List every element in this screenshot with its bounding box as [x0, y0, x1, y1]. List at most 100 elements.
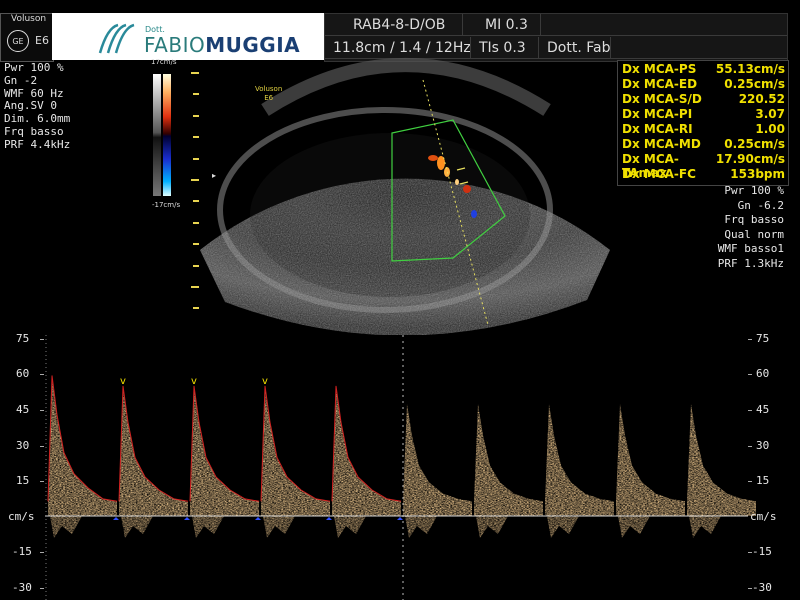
doppler-reverse-spread [121, 516, 153, 538]
tick-label: 30 [756, 439, 770, 452]
measurement-row: Dx MCA-MD 0.25cm/s [622, 137, 785, 152]
tick-mark [40, 552, 44, 553]
color-bar-bottom-label: -17cm/s [152, 201, 181, 209]
logo-swoosh-icon [98, 23, 135, 54]
measurement-value: 1.00 [755, 122, 785, 136]
doppler-reverse-spread [192, 516, 224, 538]
tick-mark [748, 410, 752, 411]
tick-label: -30 [12, 581, 32, 594]
doppler-reverse-spread [547, 516, 579, 538]
tick-mark [40, 410, 44, 411]
doppler-reverse-spread [263, 516, 295, 538]
measurement-label: Dx MCA-S/D [622, 92, 702, 106]
tick-mark [40, 481, 44, 482]
tick-label: -15 [752, 545, 772, 558]
ed-marker-icon [113, 517, 119, 520]
setting-line: PRF 1.3kHz [717, 256, 784, 270]
measurement-row: Dx MCA-S/D 220.52 [622, 92, 785, 107]
ed-marker-icon [255, 517, 261, 520]
doppler-cycle [332, 385, 401, 516]
tick-mark [40, 588, 44, 589]
tick-mark [748, 446, 752, 447]
setting-line: Pwr 100 % [724, 184, 784, 197]
doppler-cycle [545, 404, 614, 516]
tick-mark [40, 339, 44, 340]
tick-label: -15 [12, 545, 32, 558]
measurement-label: Dx MCA-FC [622, 167, 696, 181]
mi-value: MI 0.3 [463, 14, 541, 36]
doppler-cycle [48, 375, 117, 516]
doppler-spectrum: vvv [45, 335, 756, 600]
overlay-brand: Voluson [255, 85, 283, 93]
image-brand-overlay: Voluson E6 [255, 85, 282, 103]
measurement-value: 153bpm [730, 167, 785, 181]
tick-label: 45 [16, 403, 30, 416]
setting-line: Qual norm [724, 227, 784, 241]
measurement-row: Dx MCA-PI 3.07 [622, 107, 785, 122]
doppler-reverse-spread [689, 516, 721, 538]
measurement-panel: Dx MCA-PS 55.13cm/s Dx MCA-ED 0.25cm/s Dx … [617, 60, 789, 186]
measurement-row: Dx MCA-TAmax 17.90cm/s [622, 152, 785, 180]
unit-label: cm/s [750, 510, 777, 523]
setting-line: Gn -2 [4, 73, 38, 87]
measurement-row: Dx MCA-PS 55.13cm/s [622, 62, 785, 77]
measurement-row: Dx MCA-RI 1.00 [622, 122, 785, 137]
gray-scale-bar [153, 74, 161, 196]
setting-line: Frq basso [4, 124, 64, 138]
color-velocity-bar [163, 74, 171, 196]
overlay-model: E6 [264, 94, 274, 102]
measurement-label: Dx MCA-RI [622, 122, 693, 136]
doppler-cycle [261, 385, 330, 516]
measurement-row: Dx MCA-ED 0.25cm/s [622, 77, 785, 92]
probe-label: RAB4-8-D/OB [325, 14, 463, 36]
tick-label: 60 [756, 367, 770, 380]
unit-label: cm/s [8, 510, 35, 523]
doppler-cycle [474, 404, 543, 516]
measurement-value: 0.25cm/s [724, 77, 785, 91]
brand-label: Voluson [11, 14, 47, 24]
doppler-reverse-spread [405, 516, 437, 538]
doppler-reverse-spread [618, 516, 650, 538]
ultrasound-bmode-image: Voluson E6 [195, 40, 615, 336]
doppler-cycle [403, 404, 472, 516]
setting-line: WMF basso1 [717, 242, 784, 255]
tick-label: -30 [752, 581, 772, 594]
ge-logo-icon: GE [7, 30, 29, 52]
doppler-reverse-spread [334, 516, 366, 538]
doppler-cycle [687, 404, 756, 516]
measurement-label: Dx MCA-TAmax [622, 152, 679, 180]
tick-mark [748, 588, 752, 589]
sector-top-arc [261, 58, 551, 116]
doppler-reverse-spread [476, 516, 508, 538]
model-label: E6 [35, 34, 49, 47]
tick-mark [40, 446, 44, 447]
voluson-badge: Voluson GE E6 [0, 13, 54, 62]
pw-settings-left: Pwr 100 % Gn -2 WMF 60 Hz Ang.SV 0 Dim. … [4, 61, 70, 152]
tick-label: 45 [756, 403, 770, 416]
peak-marker-icon: v [191, 376, 197, 387]
tick-label: 75 [16, 332, 30, 345]
measurement-row: Dx MCA-FC 153bpm [622, 167, 785, 182]
color-settings-right: Pwr 100 % Gn -6.2 Frq basso Qual norm WM… [718, 184, 784, 271]
tick-label: 15 [16, 474, 30, 487]
doppler-cycle [616, 404, 685, 516]
measurement-value: 3.07 [755, 107, 785, 121]
ed-marker-icon [326, 517, 332, 520]
measurement-label: Dx MCA-MD [622, 137, 701, 151]
tick-mark [748, 374, 752, 375]
tick-mark [748, 552, 752, 553]
ed-marker-icon [184, 517, 190, 520]
ed-marker-icon [397, 517, 403, 520]
color-bar-top-label: 17cm/s [151, 58, 177, 66]
tick-label: 75 [756, 332, 770, 345]
header-empty-cell-2 [611, 37, 787, 59]
measurement-label: Dx MCA-PI [622, 107, 693, 121]
tick-label: 30 [16, 439, 30, 452]
tick-label: 15 [756, 474, 770, 487]
header-empty-cell [541, 14, 787, 36]
tick-label: 60 [16, 367, 30, 380]
tick-mark [748, 339, 752, 340]
peak-marker-icon: v [120, 376, 126, 387]
doppler-cycle [119, 385, 188, 516]
setting-line: Pwr 100 % [4, 61, 64, 74]
